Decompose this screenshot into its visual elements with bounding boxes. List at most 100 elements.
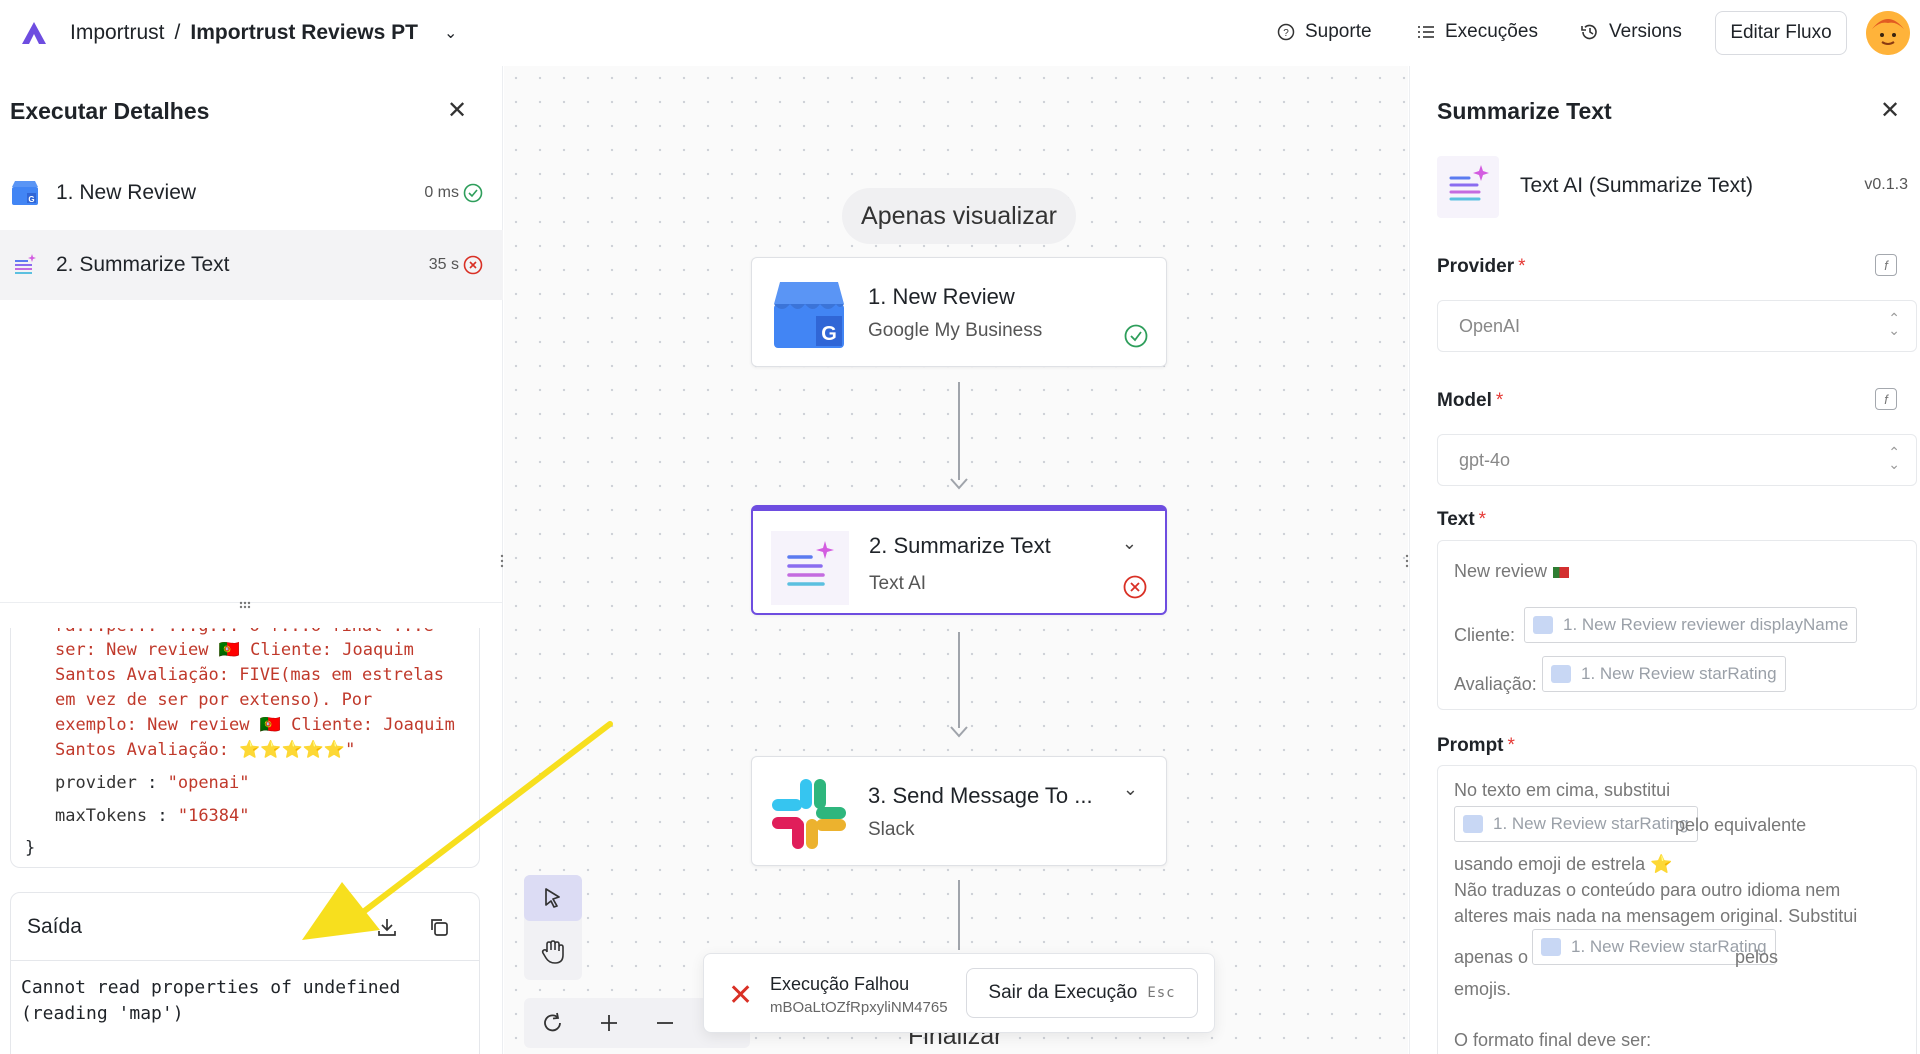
input-field-key: provider — [55, 773, 137, 793]
exit-run-label: Sair da Execução — [988, 982, 1138, 1003]
hand-icon — [541, 940, 564, 964]
cliente-label: Cliente: — [1454, 625, 1516, 645]
close-icon[interactable]: ✕ — [728, 978, 753, 1013]
select-mode-button[interactable] — [524, 875, 582, 921]
nav-execucoes[interactable]: Execuções — [1417, 21, 1538, 43]
prompt-line: pelo equivalente — [1675, 815, 1807, 835]
google-my-business-icon — [1541, 938, 1561, 956]
input-line: Santos Avaliação: ⭐⭐⭐⭐⭐" — [55, 740, 356, 760]
nav-versions[interactable]: Versions — [1580, 21, 1682, 43]
zoom-out-icon[interactable] — [655, 1013, 675, 1033]
slack-icon — [772, 779, 846, 849]
json-closing-brace: } — [25, 838, 36, 858]
prompt-line: apenas o — [1454, 947, 1529, 967]
exit-run-shortcut: Esc — [1147, 985, 1176, 1001]
chevron-down-icon[interactable]: ⌄ — [444, 23, 457, 43]
chevron-updown-icon: ⌃ ⌄ — [1888, 310, 1900, 338]
prompt-line: Não traduzas o conteúdo para outro idiom… — [1454, 880, 1841, 900]
text-ai-icon — [771, 531, 849, 605]
prompt-input[interactable]: No texto em cima, substitui 1. New Revie… — [1437, 765, 1917, 1054]
prompt-line: usando emoji de estrela ⭐ — [1454, 854, 1673, 875]
flow-node-3[interactable]: 3. Send Message To ... Slack ⌄ — [751, 756, 1167, 866]
exit-run-button[interactable]: Sair da Execução Esc — [966, 968, 1198, 1018]
model-select[interactable]: gpt-4o ⌃ ⌄ — [1437, 434, 1917, 486]
top-bar: Importrust / Importrust Reviews PT ⌄ ? S… — [0, 0, 1920, 66]
function-toggle-icon[interactable]: f — [1875, 388, 1897, 410]
input-line: ra...pe... ...g... o f...o final ...e — [55, 628, 434, 636]
model-label: Model * — [1437, 390, 1504, 411]
text-input[interactable]: New review Cliente: 1. New Review review… — [1437, 540, 1917, 710]
variable-chip[interactable]: 1. New Review starRating — [1542, 656, 1786, 692]
google-my-business-icon: G — [12, 181, 38, 205]
nav-suporte-label: Suporte — [1305, 21, 1372, 42]
input-field-maxtokens: maxTokens : "16384" — [55, 806, 250, 826]
function-toggle-icon[interactable]: f — [1875, 254, 1897, 276]
flow-node-1[interactable]: G 1. New Review Google My Business — [751, 257, 1167, 367]
model-value: gpt-4o — [1459, 450, 1511, 470]
svg-text:G: G — [28, 195, 34, 204]
provider-label-text: Provider — [1437, 256, 1515, 277]
node-title: 1. New Review — [868, 284, 1015, 309]
pan-mode-button[interactable] — [524, 929, 582, 975]
node-title: 2. Summarize Text — [869, 533, 1051, 558]
breadcrumb-separator: / — [174, 21, 181, 44]
edit-flow-button[interactable]: Editar Fluxo — [1715, 11, 1847, 55]
prompt-label: Prompt * — [1437, 735, 1515, 756]
success-check-icon — [463, 183, 483, 203]
success-check-icon — [1124, 324, 1148, 348]
breadcrumb-org[interactable]: Importrust — [70, 21, 165, 45]
avatar[interactable] — [1866, 11, 1910, 55]
output-title: Saída — [27, 915, 82, 938]
nav-execucoes-label: Execuções — [1445, 21, 1538, 42]
output-header: Saída — [11, 893, 479, 961]
breadcrumb-project[interactable]: Importrust Reviews PT — [190, 21, 418, 45]
variable-chip[interactable]: 1. New Review starRating — [1454, 806, 1698, 842]
zoom-in-icon[interactable] — [599, 1013, 619, 1033]
input-line: Santos Avaliação: FIVE(mas em estrelas — [55, 665, 444, 685]
connector-line — [958, 382, 960, 480]
run-details-panel: Executar Detalhes ✕ G 1. New Review 0 ms… — [0, 66, 503, 1054]
step-version: v0.1.3 — [1864, 176, 1908, 193]
input-line: em vez de ser por extenso). Por — [55, 690, 373, 710]
prompt-line: O formato final deve ser: — [1454, 1030, 1652, 1050]
close-icon[interactable]: ✕ — [447, 96, 467, 125]
variable-chip-label: 1. New Review starRating — [1581, 664, 1777, 683]
list-icon — [1418, 26, 1434, 38]
google-my-business-icon — [1533, 616, 1553, 634]
history-icon — [1581, 24, 1597, 40]
resize-handle-icon[interactable] — [238, 600, 252, 610]
run-step-2[interactable]: 2. Summarize Text 35 s — [0, 230, 503, 300]
text-label: Text * — [1437, 509, 1487, 530]
app-logo-icon[interactable] — [20, 20, 48, 46]
text-ai-icon — [15, 254, 36, 274]
download-icon[interactable] — [377, 917, 397, 937]
close-icon[interactable]: ✕ — [1880, 96, 1900, 125]
output-card: Saída Cannot read properties of undefine… — [10, 892, 480, 1054]
input-field-value: "16384" — [177, 806, 250, 826]
prompt-line: No texto em cima, substitui — [1454, 780, 1671, 800]
variable-chip[interactable]: 1. New Review reviewer displayName — [1524, 607, 1858, 643]
google-my-business-icon — [1463, 815, 1483, 833]
prompt-line-3: usando emoji de estrela — [1454, 854, 1646, 874]
avaliacao-label: Avaliação: — [1454, 674, 1537, 694]
canvas-mode-toolbar — [524, 875, 582, 980]
step-input-json: ra...pe... ...g... o f...o final ...e se… — [10, 628, 480, 868]
refresh-icon[interactable] — [542, 1012, 564, 1034]
provider-select[interactable]: OpenAI ⌃ ⌄ — [1437, 300, 1917, 352]
run-step-1-label: 1. New Review — [56, 181, 197, 204]
input-field-provider: provider : "openai" — [55, 773, 250, 793]
nav-suporte[interactable]: ? Suporte — [1277, 21, 1372, 43]
flow-node-2[interactable]: 2. Summarize Text Text AI ⌄ — [751, 505, 1167, 615]
input-line: exemplo: New review 🇵🇹 Cliente: Joaquim — [55, 715, 455, 735]
chevron-down-icon[interactable]: ⌄ — [1123, 779, 1138, 800]
chevron-down-icon[interactable]: ⌄ — [1122, 533, 1137, 554]
portugal-flag-icon — [1553, 566, 1570, 578]
prompt-line: emojis. — [1454, 979, 1512, 999]
nav-versions-label: Versions — [1609, 21, 1682, 42]
pointer-icon — [545, 888, 560, 908]
text-line-1: New review — [1454, 561, 1548, 581]
run-step-1[interactable]: G 1. New Review 0 ms — [0, 158, 503, 228]
run-step-2-label: 2. Summarize Text — [56, 253, 230, 276]
svg-text:G: G — [821, 323, 837, 345]
copy-icon[interactable] — [429, 917, 449, 937]
